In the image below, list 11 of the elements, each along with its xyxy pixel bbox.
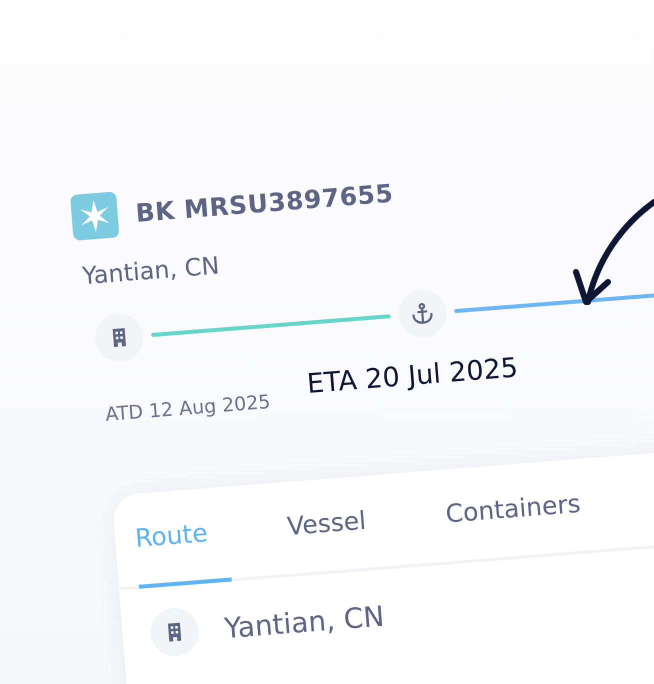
booking-number: BK MRSU3897655	[134, 178, 394, 228]
building-icon	[110, 326, 128, 348]
star-logo-icon	[70, 191, 120, 241]
arrival-date: ETA 20 Jul 2025	[306, 352, 519, 400]
stop-name: Yantian, CN	[223, 599, 386, 645]
departure-date: ATD 12 Aug 2025	[104, 390, 272, 426]
building-icon	[166, 622, 184, 643]
origin-port: Yantian, CN	[81, 252, 220, 290]
tab[interactable]: Containers	[444, 487, 604, 564]
tab[interactable]: Vessel	[286, 504, 390, 577]
anchor-icon	[410, 300, 436, 327]
